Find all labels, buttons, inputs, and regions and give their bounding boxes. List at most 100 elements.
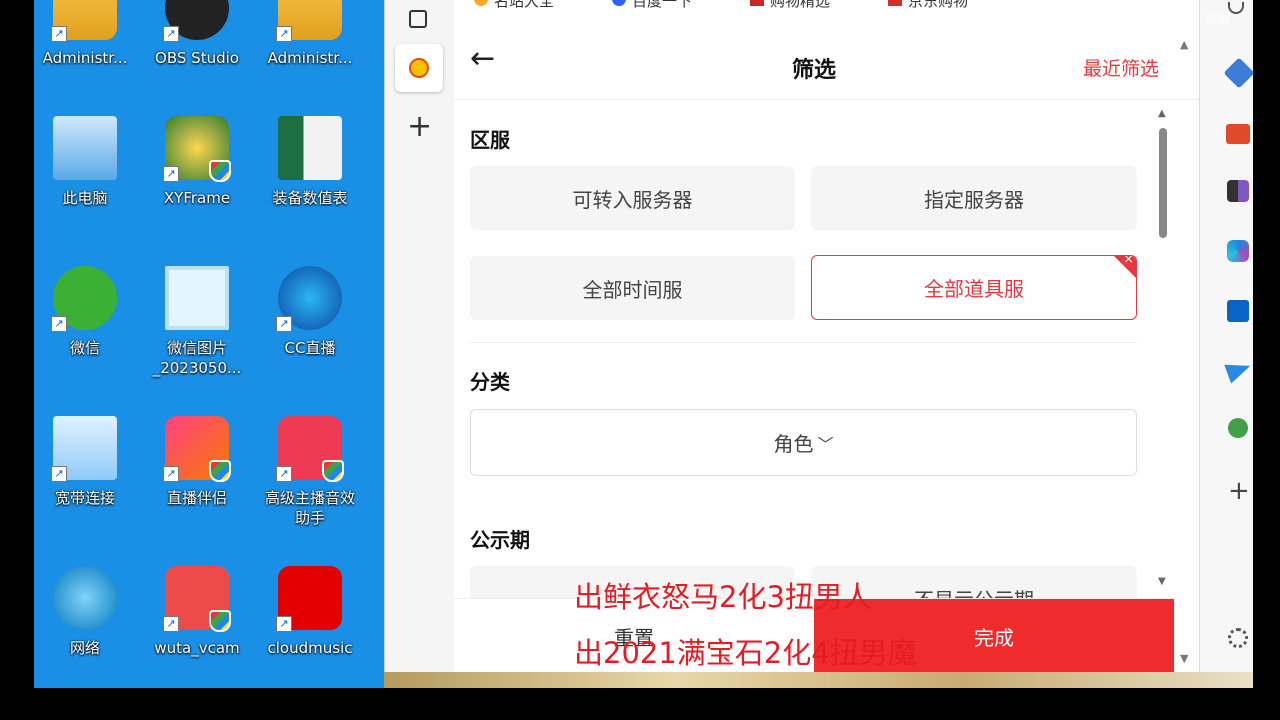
option-all-item-server[interactable]: 全部道具服 × — [811, 255, 1137, 320]
desktop-icon-label: 高级主播音效 助手 — [264, 489, 355, 527]
taskbar-strip — [384, 672, 1253, 688]
tree-icon[interactable] — [1228, 418, 1248, 438]
option-specified-server[interactable]: 指定服务器 — [811, 166, 1137, 230]
toolbox-icon[interactable] — [1226, 124, 1250, 144]
desktop-icon-live-companion[interactable]: ↗ 直播伴侣 — [141, 416, 253, 508]
overlay-line-2: 出2021满宝石2化4扭男魔 — [574, 636, 917, 670]
send-icon[interactable] — [1224, 356, 1254, 384]
desktop-icon-label: Administr... — [267, 49, 353, 67]
computer-icon — [53, 116, 117, 180]
site-icon — [474, 0, 488, 6]
section-title-category: 分类 — [470, 370, 510, 394]
desktop-icon-audio-assistant[interactable]: ↗ 高级主播音效 助手 — [254, 416, 366, 528]
desktop-icon-this-pc[interactable]: 此电脑 — [34, 116, 141, 208]
section-title-notice: 公示期 — [470, 528, 530, 552]
bookmark-item[interactable]: 名站大全 — [474, 0, 554, 11]
desktop-icon-label: 宽带连接 — [54, 489, 115, 507]
obs-icon: ↗ — [163, 0, 229, 42]
desktop-icon-excel[interactable]: 装备数值表 — [254, 116, 366, 208]
desktop-icon-label: Administr... — [42, 49, 128, 67]
page-title: 筛选 — [791, 58, 836, 83]
image-file-icon — [165, 266, 229, 330]
browser-sidebar: + — [1199, 0, 1255, 672]
scroll-up-arrow-icon[interactable]: ▲ — [1158, 108, 1166, 119]
network-connection-icon: ↗ — [51, 416, 117, 482]
bookmark-label: 名站大全 — [494, 0, 555, 10]
user-folder-icon: ↗ — [51, 0, 117, 42]
bookmark-item[interactable]: 购物精选 — [750, 0, 830, 11]
outer-scroll-up-icon[interactable]: ▲ — [1180, 38, 1188, 51]
wuta-icon: ↗ — [163, 566, 231, 632]
desktop-icon-cloudmusic[interactable]: ↗ cloudmusic — [254, 566, 366, 658]
option-all-time-server[interactable]: 全部时间服 — [470, 256, 795, 320]
bookmark-label: 购物精选 — [770, 0, 831, 10]
desktop-icon-cc-live[interactable]: ↗ CC直播 — [254, 266, 366, 358]
bookmark-label: 京东购物 — [908, 0, 969, 10]
watermark-text: 直播 — [1204, 12, 1231, 27]
bookmark-label: 百度一下 — [632, 0, 693, 10]
scrollbar[interactable]: ▲ ▼ — [1157, 108, 1169, 670]
add-icon[interactable]: + — [1228, 478, 1250, 504]
bookmark-item[interactable]: 京东购物 — [888, 0, 968, 11]
watermark: 直播 — [1204, 8, 1230, 27]
desktop-icon-label: 微信图片 _2023050... — [152, 339, 242, 377]
settings-gear-icon[interactable] — [1228, 628, 1248, 648]
recent-filter-link[interactable]: 最近筛选 — [1083, 54, 1159, 81]
desktop-icon-label: OBS Studio — [155, 49, 239, 67]
chick-favicon-icon — [409, 58, 429, 78]
bookmarks-bar: 名站大全 百度一下 购物精选 京东购物 — [454, 0, 1199, 16]
scroll-down-arrow-icon[interactable]: ▼ — [1158, 576, 1166, 587]
scrollbar-thumb[interactable] — [1159, 128, 1167, 238]
desktop-icon-administrator-2[interactable]: ↗ Administr... — [254, 0, 366, 68]
shop-icon — [750, 0, 765, 6]
overlay-line-1: 出鲜衣怒马2化3扭男人 — [574, 580, 872, 614]
desktop-icon-obs[interactable]: ↗ OBS Studio — [141, 0, 253, 68]
option-label: 全部道具服 — [924, 277, 1024, 301]
desktop-icon-label: 直播伴侣 — [166, 489, 227, 507]
active-tab[interactable] — [395, 44, 443, 92]
category-dropdown[interactable]: 角色 ﹀ — [470, 409, 1137, 476]
cloudmusic-icon: ↗ — [276, 566, 342, 632]
tag-icon[interactable] — [1223, 57, 1255, 89]
outer-scroll-down-icon[interactable]: ▼ — [1180, 652, 1188, 665]
jd-icon — [888, 0, 903, 6]
search-icon[interactable] — [1228, 2, 1244, 14]
category-value: 角色 — [773, 432, 814, 456]
desktop-icon-label: 此电脑 — [62, 189, 108, 207]
desktop-icon-label: XYFrame — [163, 189, 231, 207]
new-tab-icon[interactable]: + — [407, 112, 432, 142]
desktop-icon-broadband[interactable]: ↗ 宽带连接 — [34, 416, 141, 508]
copilot-icon[interactable] — [1227, 240, 1249, 262]
desktop-icon-label: 装备数值表 — [272, 189, 348, 207]
outlook-icon[interactable] — [1227, 300, 1249, 322]
desktop-icon-network[interactable]: 网络 — [34, 566, 141, 658]
filter-header: ← 筛选 最近筛选 — [454, 30, 1199, 100]
desktop-icon-administrator-1[interactable]: ↗ Administr... — [34, 0, 141, 68]
desktop-icon-label: CC直播 — [284, 339, 336, 357]
section-title-region: 区服 — [470, 128, 510, 152]
desktop-icon-label: cloudmusic — [267, 639, 353, 657]
baidu-icon — [612, 0, 627, 6]
desktop-icon-wechat-image[interactable]: 微信图片 _2023050... — [141, 266, 253, 378]
chevron-down-icon: ﹀ — [817, 434, 834, 454]
desktop: ↗ Administr... ↗ OBS Studio ↗ Administr.… — [34, 0, 384, 688]
desktop-icon-label: 微信 — [69, 339, 100, 357]
desktop-icon-wechat[interactable]: ↗ 微信 — [34, 266, 141, 358]
tab-actions-icon[interactable] — [409, 10, 427, 28]
games-icon[interactable] — [1227, 180, 1249, 202]
desktop-icon-xyframe[interactable]: ↗ XYFrame — [141, 116, 253, 208]
cc-live-icon: ↗ — [276, 266, 342, 332]
browser-vertical-tabs: + — [384, 0, 454, 672]
bookmark-item[interactable]: 百度一下 — [612, 0, 692, 11]
filter-panel: 名站大全 百度一下 购物精选 京东购物 ← 筛选 最近筛选 区服 可转入服务器 … — [454, 0, 1199, 673]
audio-assistant-icon: ↗ — [276, 416, 344, 482]
desktop-icon-label: wuta_vcam — [154, 639, 240, 657]
desktop-icon-label: 网络 — [69, 639, 100, 657]
live-companion-icon: ↗ — [163, 416, 231, 482]
divider — [470, 342, 1137, 343]
desktop-icon-wuta[interactable]: ↗ wuta_vcam — [141, 566, 253, 658]
close-icon[interactable]: × — [1123, 256, 1134, 267]
wechat-icon: ↗ — [51, 266, 117, 332]
done-label: 完成 — [974, 625, 1014, 650]
option-transfer-server[interactable]: 可转入服务器 — [470, 166, 795, 230]
